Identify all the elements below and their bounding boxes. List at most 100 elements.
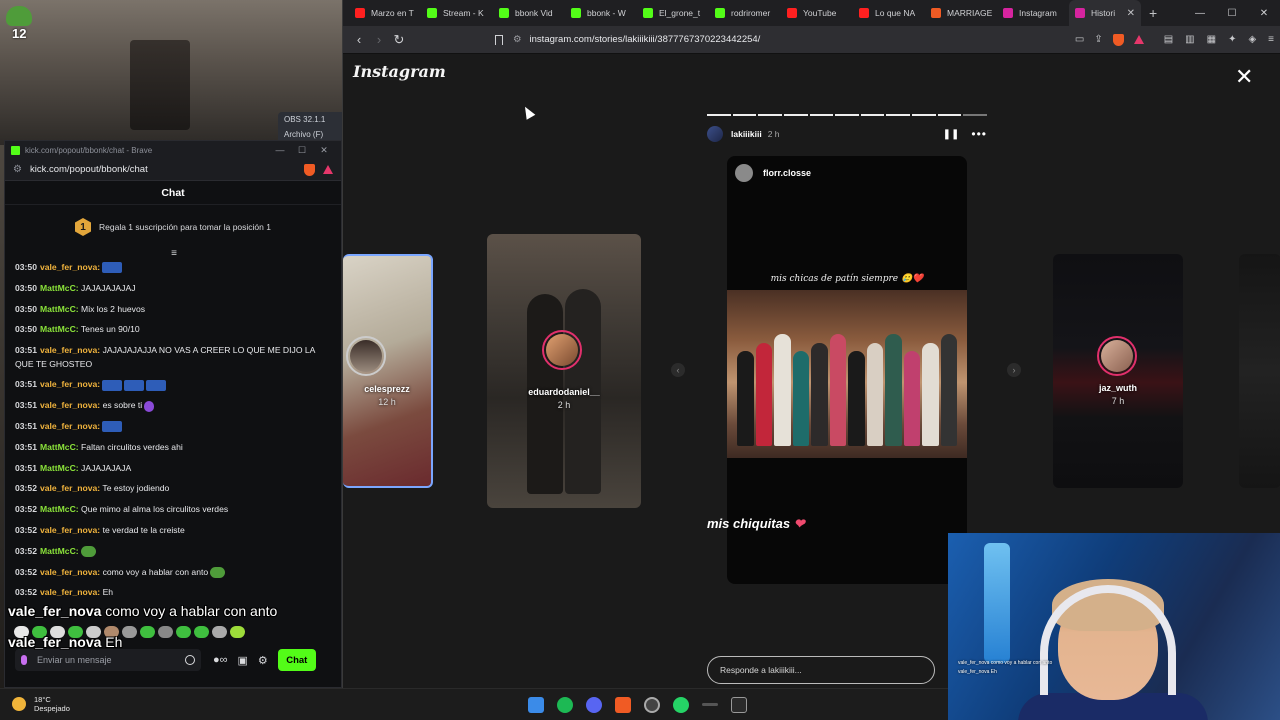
browser-tab[interactable]: MARRIAGE <box>925 0 997 26</box>
emoji-icon[interactable] <box>185 655 195 665</box>
maximize-icon[interactable]: ☐ <box>1216 8 1248 19</box>
story-preview-next[interactable] <box>1239 254 1280 488</box>
repost-username[interactable]: florr.closse <box>763 168 811 178</box>
chat-url[interactable]: kick.com/popout/bbonk/chat <box>30 164 304 175</box>
message-username[interactable]: vale_fer_nova: <box>40 345 100 355</box>
browser-tab[interactable]: Lo que NA <box>853 0 925 26</box>
browser-tab[interactable]: El_grone_t <box>637 0 709 26</box>
brave-shield-icon[interactable] <box>1112 33 1124 46</box>
microphone-icon[interactable] <box>21 655 27 665</box>
close-stories-icon[interactable]: ✕ <box>1235 66 1253 88</box>
photo-person <box>774 333 791 446</box>
browser-tab[interactable]: bbonk - W <box>565 0 637 26</box>
sub-gift-banner[interactable]: 1 Regala 1 suscripción para tomar la pos… <box>5 215 341 239</box>
minimize-icon[interactable]: — <box>269 145 291 155</box>
message-username[interactable]: vale_fer_nova: <box>40 379 100 389</box>
chat-send-button[interactable]: Chat <box>277 649 316 671</box>
message-username[interactable]: MattMcC: <box>40 304 79 314</box>
menu-icon[interactable]: ≡ <box>1268 34 1274 45</box>
pause-icon[interactable]: ❚❚ <box>943 129 960 140</box>
message-text: Tenes un 90/10 <box>78 324 140 335</box>
weather-widget[interactable]: 18°C Despejado <box>12 695 70 713</box>
close-tab-icon[interactable]: ✕ <box>1123 8 1135 19</box>
message-username[interactable]: MattMcC: <box>40 463 79 473</box>
forward-arrow-icon[interactable]: › <box>369 32 389 47</box>
message-username[interactable]: MattMcC: <box>40 442 79 452</box>
maximize-icon[interactable]: ☐ <box>291 145 313 156</box>
tab-favicon-icon <box>931 8 941 18</box>
browser-tab[interactable]: Instagram <box>997 0 1069 26</box>
site-settings-icon[interactable]: ⚙ <box>13 164 22 175</box>
spotify-icon[interactable] <box>557 697 573 713</box>
gear-icon[interactable]: ⚙ <box>258 654 268 667</box>
message-username[interactable]: vale_fer_nova: <box>40 421 100 431</box>
close-icon[interactable]: ✕ <box>1248 8 1280 19</box>
story-owner-username[interactable]: lakiiikiii <box>731 129 762 139</box>
browser-tab[interactable]: rodriromer <box>709 0 781 26</box>
repost-header: florr.closse <box>735 164 811 182</box>
message-username[interactable]: vale_fer_nova: <box>40 587 100 597</box>
instagram-logo[interactable]: Instagram <box>353 62 446 81</box>
photo-person <box>922 342 939 446</box>
tabs-icon[interactable]: ▥ <box>1185 34 1194 45</box>
app-icon[interactable] <box>731 697 747 713</box>
message-time: 03:52 <box>15 525 37 536</box>
message-text: como voy a hablar con anto <box>100 566 209 577</box>
story-reply-input[interactable]: Responde a lakiiikiii... <box>707 656 935 684</box>
browser-tab[interactable]: bbonk Vid <box>493 0 565 26</box>
new-tab-button[interactable]: + <box>1149 5 1157 21</box>
story-preview-eduardodaniel[interactable]: eduardodaniel__ 2 h <box>487 234 641 508</box>
brave-shield-icon[interactable] <box>304 163 315 176</box>
obs-icon[interactable] <box>644 697 660 713</box>
store-icon[interactable]: ▣ <box>238 654 248 667</box>
message-username[interactable]: MattMcC: <box>40 504 79 514</box>
share-icon[interactable]: ⇪ <box>1094 34 1102 45</box>
back-arrow-icon[interactable]: ‹ <box>349 32 369 47</box>
bookmark-icon[interactable] <box>495 34 503 45</box>
chat-address-bar[interactable]: ⚙ kick.com/popout/bbonk/chat <box>5 159 341 181</box>
message-username[interactable]: vale_fer_nova: <box>40 567 100 577</box>
minimized-app-icon[interactable] <box>702 703 718 706</box>
story-preview-jaz-wuth[interactable]: jaz_wuth 7 h <box>1053 254 1183 488</box>
pinned-expand-icon[interactable]: ≡ <box>168 249 180 259</box>
next-story-chevron-icon[interactable]: › <box>1007 363 1021 377</box>
cast-icon[interactable]: ▭ <box>1075 34 1084 45</box>
brave-icon[interactable] <box>615 697 631 713</box>
wallet-icon[interactable]: ▦ <box>1207 34 1216 45</box>
whatsapp-icon[interactable] <box>673 697 689 713</box>
browser-tab[interactable]: YouTube <box>781 0 853 26</box>
message-username[interactable]: vale_fer_nova: <box>40 262 100 272</box>
leo-ai-icon[interactable]: ✦ <box>1228 34 1236 45</box>
chat-input[interactable]: Enviar un mensaje <box>15 649 201 671</box>
brave-rewards-icon[interactable] <box>323 165 333 174</box>
brave-rewards-icon[interactable] <box>1133 35 1144 44</box>
site-settings-icon[interactable]: ⚙ <box>513 34 522 45</box>
browser-tab[interactable]: Stream - K <box>421 0 493 26</box>
discord-icon[interactable] <box>586 697 602 713</box>
message-username[interactable]: vale_fer_nova: <box>40 525 100 535</box>
more-options-icon[interactable]: ••• <box>971 127 987 141</box>
reload-icon[interactable]: ↻ <box>389 32 409 48</box>
story-preview-celesprezz[interactable]: celesprezz 12 h <box>343 254 433 488</box>
story-owner-avatar[interactable] <box>707 126 723 142</box>
sidebar-icon[interactable]: ▤ <box>1164 34 1173 45</box>
active-story[interactable]: lakiiikiii 2 h ❚❚ ••• florr.closse mis c… <box>699 100 988 684</box>
browser-tab[interactable]: Histori ✕ <box>1069 0 1141 26</box>
browser-tab[interactable]: Marzo en T <box>349 0 421 26</box>
address-url[interactable]: instagram.com/stories/lakiiikiii/3877767… <box>530 34 1075 45</box>
people-icon[interactable]: ●∞ <box>213 654 228 666</box>
close-icon[interactable]: ✕ <box>313 145 335 156</box>
message-username[interactable]: vale_fer_nova: <box>40 483 100 493</box>
minimize-icon[interactable]: — <box>1184 8 1216 19</box>
previous-story-chevron-icon[interactable]: ‹ <box>671 363 685 377</box>
vpn-icon[interactable]: ◈ <box>1248 34 1256 45</box>
message-username[interactable]: MattMcC: <box>40 546 79 556</box>
message-username[interactable]: vale_fer_nova: <box>40 400 100 410</box>
message-username[interactable]: MattMcC: <box>40 324 79 334</box>
windows-start-icon[interactable] <box>528 697 544 713</box>
pepe-frog-icon <box>6 6 32 26</box>
obs-menu-file[interactable]: Archivo (F) <box>284 130 342 139</box>
address-bar[interactable]: ⚙ instagram.com/stories/lakiiikiii/38777… <box>513 29 1075 51</box>
message-username[interactable]: MattMcC: <box>40 283 79 293</box>
tab-favicon-icon <box>859 8 869 18</box>
